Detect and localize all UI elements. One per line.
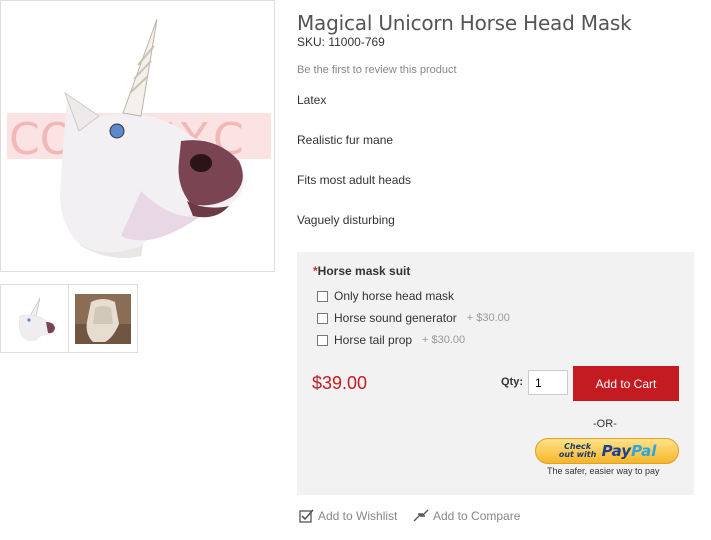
qty-label: Qty:: [501, 376, 523, 388]
product-price: $39.00: [312, 373, 368, 393]
product-title: Magical Unicorn Horse Head Mask: [297, 11, 632, 35]
feature-item: Latex: [297, 93, 327, 107]
option-checkbox[interactable]: [317, 290, 328, 302]
paypal-logo: PayPal: [601, 442, 657, 460]
write-review-link[interactable]: Be the first to review this product: [297, 64, 457, 76]
unicorn-thumbnail-image: [18, 297, 55, 341]
option-checkbox[interactable]: [317, 312, 328, 324]
checkbox-check-icon: [299, 509, 314, 523]
option-group-title: Horse mask suit: [317, 264, 411, 278]
option-price: + $30.00: [466, 312, 510, 324]
add-to-wishlist-link[interactable]: Add to Wishlist: [299, 508, 397, 523]
horse-mane-thumbnail-image: [75, 293, 131, 344]
option-sound-generator[interactable]: Horse sound generator + $30.00: [317, 311, 510, 325]
wishlist-label: Add to Wishlist: [318, 508, 398, 523]
option-checkbox[interactable]: [317, 334, 328, 346]
paypal-tagline: The safer, easier way to pay: [547, 466, 660, 476]
feature-list: Latex Realistic fur mane Fits most adult…: [297, 93, 411, 253]
option-only-head-mask[interactable]: Only horse head mask: [317, 289, 454, 303]
option-price: + $30.00: [422, 334, 466, 346]
thumbnail-horse-mane[interactable]: [69, 284, 138, 353]
paypal-checkout-button[interactable]: Check out with PayPal: [535, 438, 679, 464]
feature-item: Realistic fur mane: [297, 133, 394, 147]
option-tail-prop[interactable]: Horse tail prop + $30.00: [317, 333, 465, 347]
thumbnail-strip: [0, 284, 138, 353]
unicorn-mask-image: COSPLAY.C: [7, 18, 271, 259]
add-to-compare-link[interactable]: Add to Compare: [413, 508, 520, 523]
feature-item: Vaguely disturbing: [297, 213, 395, 227]
compare-label: Add to Compare: [433, 508, 521, 523]
feature-item: Fits most adult heads: [297, 173, 412, 187]
thumbnail-unicorn-head[interactable]: [0, 284, 69, 353]
qty-input[interactable]: [528, 370, 568, 395]
purchase-options-panel: *Horse mask suit Only horse head mask Ho…: [297, 252, 694, 495]
option-group-label: *Horse mask suit: [313, 264, 410, 278]
product-sku: SKU: 11000-769: [297, 35, 385, 49]
option-label: Horse tail prop: [334, 333, 413, 347]
option-label: Horse sound generator: [334, 311, 457, 325]
compare-arrows-icon: [413, 509, 429, 522]
add-to-cart-button[interactable]: Add to Cart: [573, 366, 679, 401]
paypal-checkout-text: Check out with: [558, 442, 597, 459]
main-product-image[interactable]: COSPLAY.C: [0, 0, 275, 272]
or-separator: -OR-: [593, 418, 617, 430]
option-label: Only horse head mask: [334, 289, 455, 303]
